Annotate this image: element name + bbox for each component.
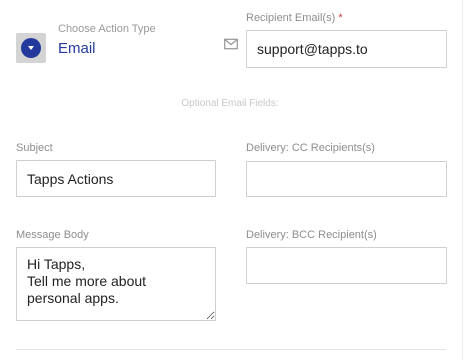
- recipient-email-label: Recipient Email(s) *: [246, 12, 343, 24]
- bcc-recipients-label: Delivery: BCC Recipient(s): [246, 229, 377, 241]
- subject-input[interactable]: [16, 160, 216, 197]
- panel-edge: [462, 0, 463, 360]
- email-action-form: Choose Action Type Email Recipient Email…: [0, 0, 468, 360]
- message-body-textarea[interactable]: Hi Tapps, Tell me more about personal ap…: [16, 247, 216, 321]
- recipient-email-input[interactable]: [246, 30, 447, 68]
- bottom-divider: [16, 349, 446, 350]
- action-type-label: Choose Action Type: [58, 23, 156, 35]
- cc-recipients-label: Delivery: CC Recipients(s): [246, 142, 375, 154]
- optional-fields-heading: Optional Email Fields:: [181, 98, 279, 109]
- cc-recipients-input[interactable]: [246, 161, 447, 197]
- action-type-toggle-circle: [21, 38, 41, 58]
- chevron-down-icon: [28, 46, 34, 50]
- required-marker: *: [338, 12, 343, 24]
- bcc-recipients-input[interactable]: [246, 247, 447, 284]
- recipient-email-label-text: Recipient Email(s): [246, 12, 336, 24]
- action-type-toggle[interactable]: [16, 33, 46, 63]
- message-body-label: Message Body: [16, 229, 89, 241]
- action-type-value[interactable]: Email: [58, 40, 96, 57]
- mail-icon: [224, 38, 238, 50]
- subject-label: Subject: [16, 142, 53, 154]
